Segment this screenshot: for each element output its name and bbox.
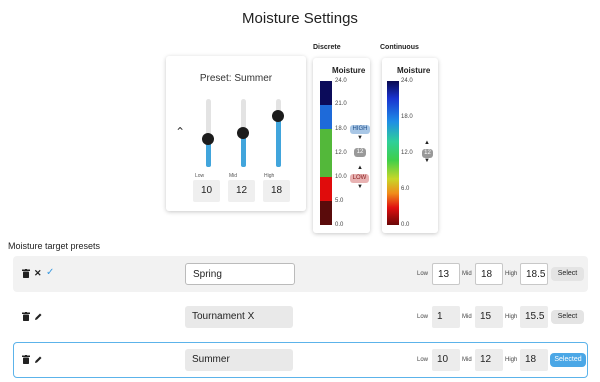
triangle-up-icon: ▲ — [424, 140, 430, 146]
high-value: 18 — [263, 180, 290, 202]
preset-row: Tournament X Low 1 Mid 15 High 15.5 Sele… — [13, 299, 588, 335]
tick: 18.0 — [335, 126, 347, 132]
mid-value: 12 — [228, 180, 255, 202]
low-value: 10 — [432, 349, 460, 371]
preset-title: Preset: Summer — [199, 73, 273, 84]
presets-section-label: Moisture target presets — [8, 241, 101, 251]
trash-icon[interactable] — [22, 269, 30, 278]
preset-name-input[interactable]: Spring — [185, 263, 295, 285]
discrete-heading: Discrete — [313, 44, 341, 51]
triangle-down-icon: ▼ — [357, 184, 363, 190]
tick: 6.0 — [401, 186, 410, 192]
tick: 12.0 — [401, 150, 413, 156]
select-button[interactable]: Select — [551, 267, 584, 281]
low-input[interactable]: 13 — [432, 263, 460, 285]
continuous-heading: Continuous — [380, 44, 419, 51]
low-slider-handle[interactable] — [202, 132, 214, 145]
band-very-high — [320, 81, 332, 105]
preset-name: Summer — [185, 349, 293, 371]
tick: 12.0 — [335, 150, 347, 156]
mid-value: 15 — [475, 306, 503, 328]
low-label: Low — [417, 357, 429, 363]
close-icon[interactable]: ✕ — [34, 268, 42, 279]
tick: 0.0 — [335, 222, 344, 228]
preset-name: Tournament X — [185, 306, 293, 328]
tick: 21.0 — [335, 101, 347, 107]
selected-button[interactable]: Selected — [550, 353, 586, 367]
preset-row: ✕ ✓ Spring Low 13 Mid 18 High 18.5 Selec… — [13, 256, 588, 292]
continuous-scale-title: Moisture — [397, 66, 431, 75]
triangle-up-icon: ▲ — [357, 165, 363, 171]
band-very-low — [320, 201, 332, 225]
chevron-up-icon[interactable]: ⌄ — [175, 124, 185, 138]
high-label: High — [505, 357, 518, 363]
triangle-down-icon: ▼ — [424, 158, 430, 164]
low-label: Low — [417, 314, 429, 320]
high-value: 15.5 — [520, 306, 548, 328]
high-tag[interactable]: HIGH — [350, 125, 370, 134]
page-title: Moisture Settings — [242, 10, 358, 27]
trash-icon[interactable] — [22, 355, 30, 364]
high-input[interactable]: 18.5 — [520, 263, 548, 285]
tick: 0.0 — [401, 222, 410, 228]
high-slider-handle[interactable] — [272, 110, 284, 122]
mid-tag[interactable]: 12 — [354, 148, 366, 157]
mid-value: 12 — [475, 349, 503, 371]
mid-slider-handle[interactable] — [237, 127, 249, 139]
tick: 5.0 — [335, 198, 344, 204]
continuous-gradient-bar — [387, 81, 399, 225]
triangle-down-icon: ▼ — [357, 135, 363, 141]
mid-label: Mid — [229, 173, 238, 179]
tick: 24.0 — [335, 78, 347, 84]
low-tag[interactable]: LOW — [350, 174, 369, 183]
low-value: 10 — [193, 180, 220, 202]
select-button[interactable]: Select — [551, 310, 584, 324]
band-mid — [320, 129, 332, 177]
tick: 24.0 — [401, 78, 413, 84]
high-label: High — [505, 271, 518, 277]
mid-tag[interactable]: 12 — [422, 149, 433, 158]
check-icon[interactable]: ✓ — [46, 267, 54, 278]
low-label: Low — [417, 271, 429, 277]
discrete-scale-title: Moisture — [332, 66, 366, 75]
high-value: 18 — [520, 349, 548, 371]
tick: 18.0 — [401, 114, 413, 120]
band-high — [320, 105, 332, 129]
pencil-icon[interactable] — [34, 312, 42, 321]
trash-icon[interactable] — [22, 312, 30, 321]
preset-panel: Preset: Summer ⌄ Low Mid High 10 12 18 — [166, 56, 306, 211]
tick: 10.0 — [335, 174, 347, 180]
mid-input[interactable]: 18 — [475, 263, 503, 285]
band-low — [320, 177, 332, 201]
mid-label: Mid — [462, 271, 472, 277]
preset-row-selected: Summer Low 10 Mid 12 High 18 Selected — [13, 342, 588, 378]
mid-label: Mid — [462, 314, 472, 320]
low-value: 1 — [432, 306, 460, 328]
discrete-scale-panel: Moisture 24.0 21.0 18.0 12.0 10.0 5.0 0.… — [313, 58, 370, 233]
high-label: High — [264, 173, 275, 179]
continuous-scale-panel: Moisture 24.0 18.0 12.0 6.0 0.0 ▲ 12 ▼ — [382, 58, 438, 233]
low-label: Low — [195, 173, 205, 179]
pencil-icon[interactable] — [34, 355, 42, 364]
high-label: High — [505, 314, 518, 320]
mid-label: Mid — [462, 357, 472, 363]
